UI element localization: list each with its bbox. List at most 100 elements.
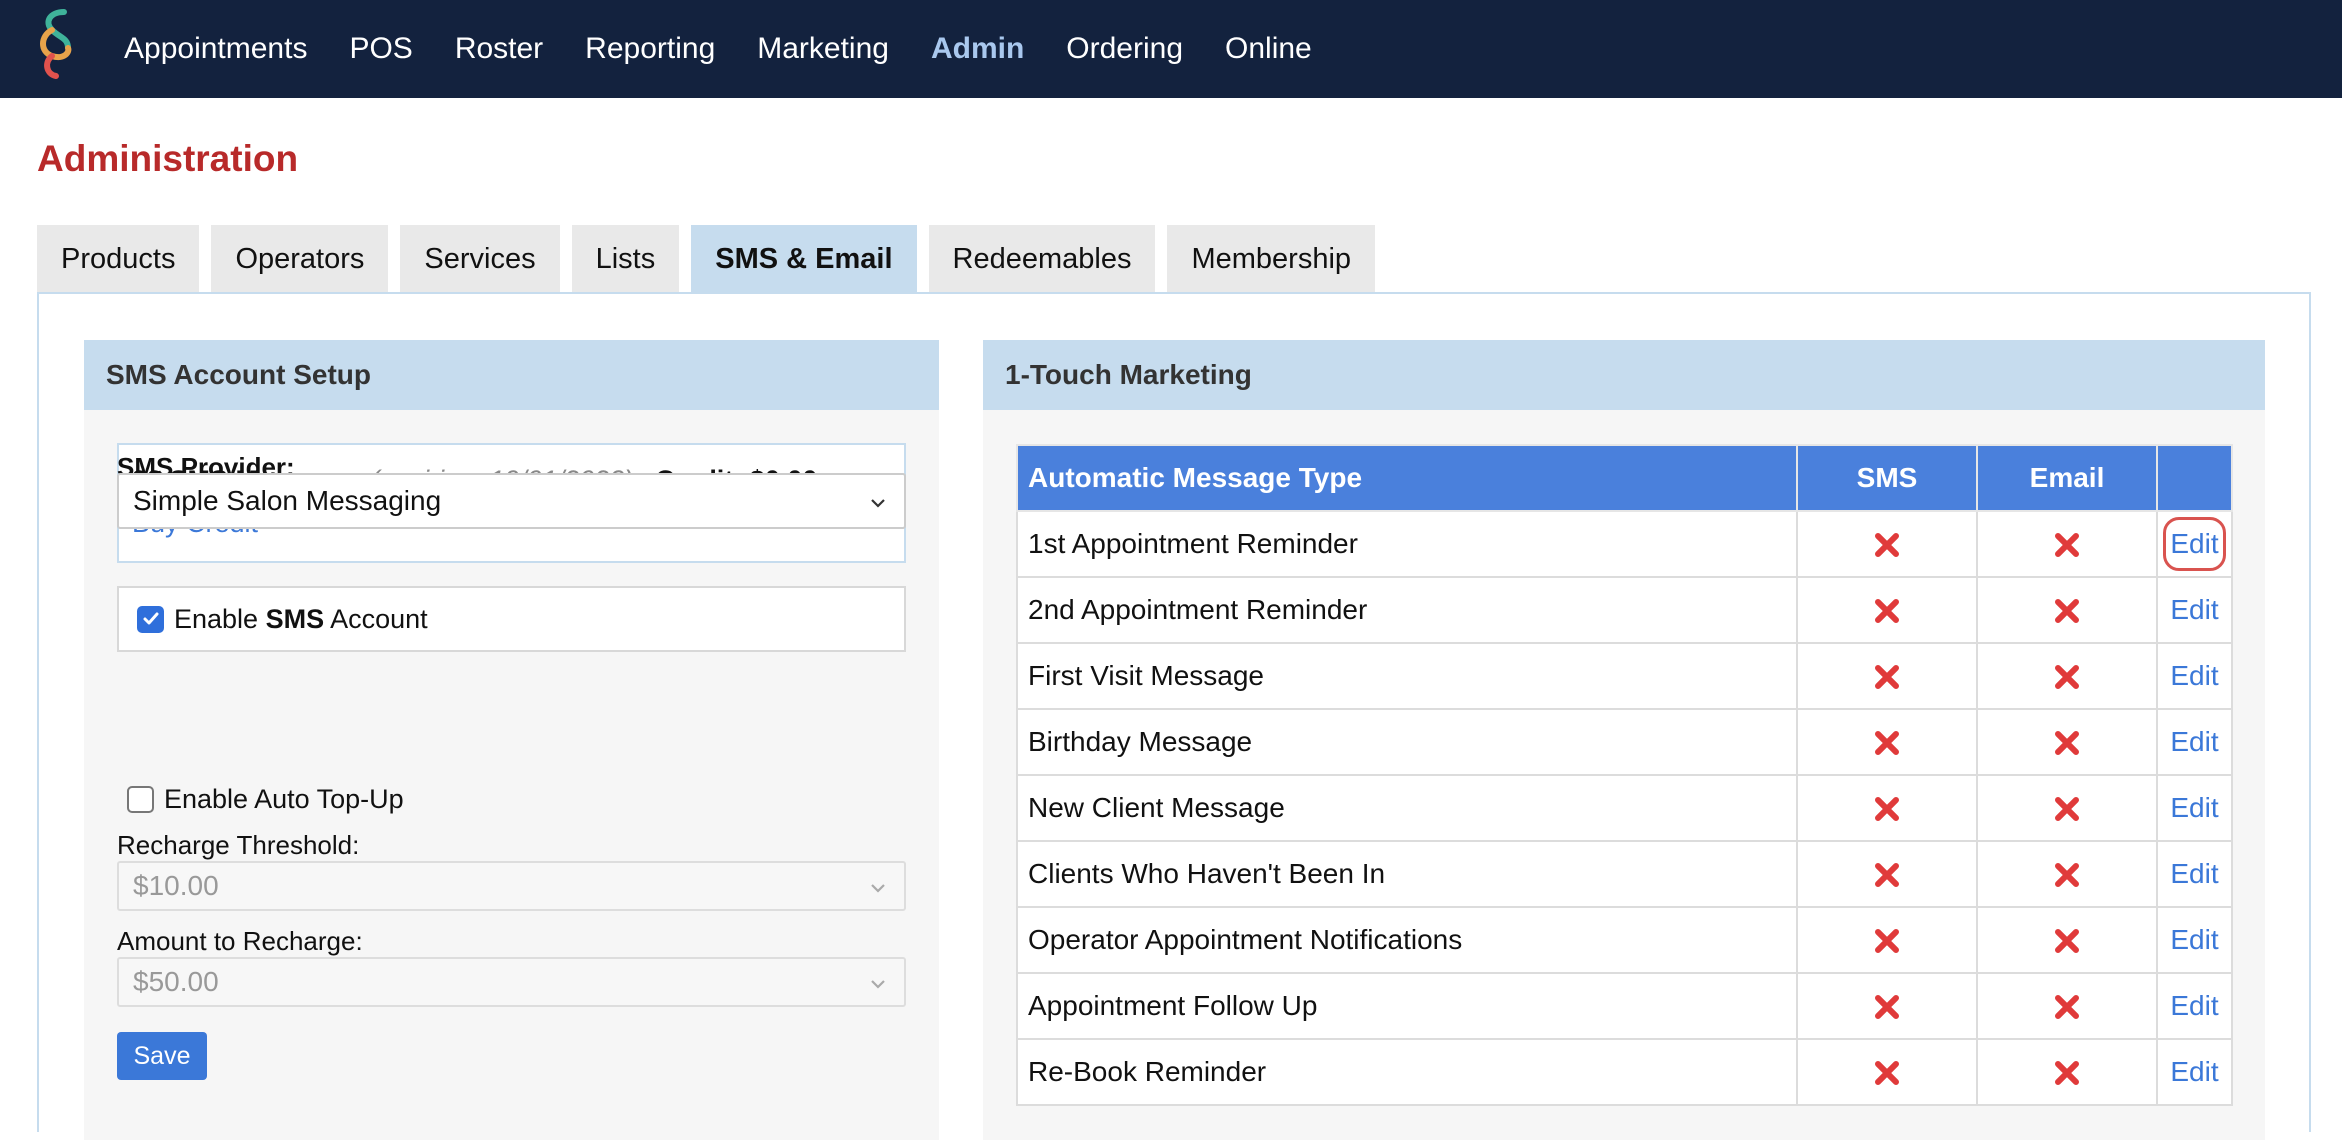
sms-status-cell	[1796, 642, 1978, 710]
auto-topup-row: Enable Auto Top-Up	[127, 784, 404, 815]
table-row: Birthday Message Edit	[1016, 708, 2233, 776]
x-mark-icon	[2055, 929, 2079, 954]
table-row: 2nd Appointment Reminder Edit	[1016, 576, 2233, 644]
edit-link[interactable]: Edit	[2164, 986, 2224, 1026]
table-row: Re-Book Reminder Edit	[1016, 1038, 2233, 1106]
edit-cell: Edit	[2156, 510, 2233, 578]
tab-products[interactable]: Products	[37, 225, 200, 293]
x-mark-icon	[1875, 533, 1899, 558]
edit-cell: Edit	[2156, 972, 2233, 1040]
amount-to-recharge-select[interactable]: $50.00	[117, 957, 906, 1007]
one-touch-marketing-panel: 1-Touch Marketing Automatic Message Type…	[983, 340, 2265, 1140]
sms-status-cell	[1796, 708, 1978, 776]
message-type-cell: Birthday Message	[1016, 708, 1798, 776]
message-type-cell: Appointment Follow Up	[1016, 972, 1798, 1040]
edit-cell: Edit	[2156, 708, 2233, 776]
tab-lists[interactable]: Lists	[571, 225, 680, 293]
table-header-row: Automatic Message Type SMS Email	[1016, 444, 2233, 512]
chevron-down-icon	[871, 884, 885, 893]
edit-cell: Edit	[2156, 642, 2233, 710]
column-header-sms: SMS	[1796, 444, 1978, 512]
tab-redeemables[interactable]: Redeemables	[928, 225, 1156, 293]
email-status-cell	[1976, 708, 2158, 776]
x-mark-icon	[2055, 995, 2079, 1020]
message-type-table: Automatic Message Type SMS Email 1st App…	[1016, 444, 2233, 1106]
email-status-cell	[1976, 972, 2158, 1040]
x-mark-icon	[1875, 1061, 1899, 1086]
edit-link[interactable]: Edit	[2164, 590, 2224, 630]
save-button[interactable]: Save	[117, 1032, 207, 1080]
message-type-cell: Re-Book Reminder	[1016, 1038, 1798, 1106]
email-status-cell	[1976, 576, 2158, 644]
nav-item-reporting[interactable]: Reporting	[585, 32, 715, 66]
edit-cell: Edit	[2156, 840, 2233, 908]
sms-status-cell	[1796, 774, 1978, 842]
admin-tabs: Products Operators Services Lists SMS & Emai…	[37, 225, 1387, 293]
auto-topup-checkbox[interactable]	[127, 786, 154, 813]
nav-item-admin[interactable]: Admin	[931, 32, 1024, 66]
sms-setup-header: SMS Account Setup	[84, 340, 939, 410]
message-type-cell: 1st Appointment Reminder	[1016, 510, 1798, 578]
checkmark-icon	[143, 612, 158, 625]
edit-link[interactable]: Edit	[2164, 656, 2224, 696]
x-mark-icon	[2055, 797, 2079, 822]
amount-to-recharge-value: $50.00	[133, 966, 219, 997]
message-type-cell: Clients Who Haven't Been In	[1016, 840, 1798, 908]
edit-link[interactable]: Edit	[2164, 722, 2224, 762]
x-mark-icon	[1875, 929, 1899, 954]
nav-item-roster[interactable]: Roster	[455, 32, 543, 66]
x-mark-icon	[2055, 731, 2079, 756]
table-row: New Client Message Edit	[1016, 774, 2233, 842]
sms-status-cell	[1796, 906, 1978, 974]
x-mark-icon	[2055, 863, 2079, 888]
sms-status-cell	[1796, 972, 1978, 1040]
nav-item-ordering[interactable]: Ordering	[1066, 32, 1183, 66]
tab-membership[interactable]: Membership	[1167, 225, 1376, 293]
edit-link[interactable]: Edit	[2164, 1052, 2224, 1092]
marketing-header: 1-Touch Marketing	[983, 340, 2265, 410]
nav-menu: Appointments POS Roster Reporting Marketing A…	[124, 0, 1354, 98]
x-mark-icon	[2055, 665, 2079, 690]
chevron-down-icon	[871, 980, 885, 989]
top-nav: Appointments POS Roster Reporting Marketing A…	[0, 0, 2342, 98]
page-title: Administration	[37, 138, 299, 179]
table-row: First Visit Message Edit	[1016, 642, 2233, 710]
table-row: Clients Who Haven't Been In Edit	[1016, 840, 2233, 908]
x-mark-icon	[2055, 1061, 2079, 1086]
email-status-cell	[1976, 774, 2158, 842]
chevron-down-icon	[871, 499, 885, 508]
sms-provider-value: Simple Salon Messaging	[133, 485, 442, 516]
tab-operators[interactable]: Operators	[211, 225, 389, 293]
nav-item-marketing[interactable]: Marketing	[757, 32, 889, 66]
x-mark-icon	[1875, 863, 1899, 888]
edit-cell: Edit	[2156, 906, 2233, 974]
edit-link[interactable]: Edit	[2163, 517, 2226, 571]
app-logo-icon[interactable]	[30, 8, 86, 80]
table-row: Operator Appointment Notifications Edit	[1016, 906, 2233, 974]
edit-link[interactable]: Edit	[2164, 788, 2224, 828]
nav-item-appointments[interactable]: Appointments	[124, 32, 307, 66]
tab-sms-email[interactable]: SMS & Email	[691, 225, 917, 293]
x-mark-icon	[2055, 533, 2079, 558]
email-status-cell	[1976, 840, 2158, 908]
nav-item-pos[interactable]: POS	[349, 32, 412, 66]
message-type-cell: New Client Message	[1016, 774, 1798, 842]
x-mark-icon	[1875, 599, 1899, 624]
auto-topup-label: Enable Auto Top-Up	[164, 784, 404, 814]
email-status-cell	[1976, 1038, 2158, 1106]
enable-sms-checkbox[interactable]	[137, 605, 164, 633]
email-status-cell	[1976, 510, 2158, 578]
edit-cell: Edit	[2156, 576, 2233, 644]
edit-link[interactable]: Edit	[2164, 920, 2224, 960]
x-mark-icon	[1875, 995, 1899, 1020]
column-header-type: Automatic Message Type	[1016, 444, 1798, 512]
edit-link[interactable]: Edit	[2164, 854, 2224, 894]
column-header-actions	[2156, 444, 2233, 512]
recharge-threshold-select[interactable]: $10.00	[117, 861, 906, 911]
nav-item-online[interactable]: Online	[1225, 32, 1312, 66]
sms-provider-select[interactable]: Simple Salon Messaging	[117, 473, 906, 529]
tab-services[interactable]: Services	[400, 225, 560, 293]
edit-cell: Edit	[2156, 774, 2233, 842]
email-status-cell	[1976, 906, 2158, 974]
x-mark-icon	[1875, 797, 1899, 822]
